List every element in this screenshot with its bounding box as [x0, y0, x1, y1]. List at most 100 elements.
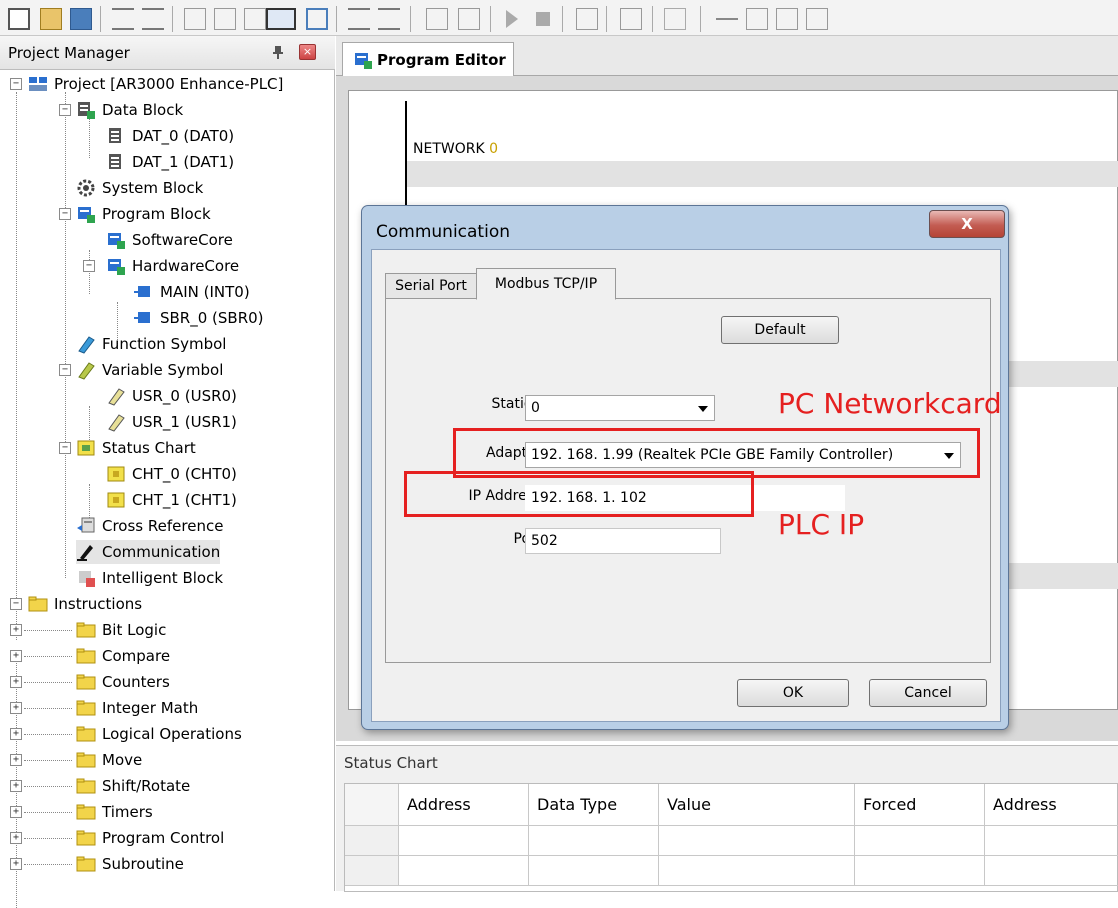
collapse-button[interactable]: − — [83, 260, 95, 272]
tab-program-editor[interactable]: Program Editor — [342, 42, 514, 77]
open-folder-icon[interactable] — [40, 8, 62, 30]
expand-button[interactable]: + — [10, 676, 22, 688]
tree-item-program-block[interactable]: Program Block — [76, 202, 211, 226]
grid-cell[interactable] — [855, 856, 985, 886]
collapse-button[interactable]: − — [10, 598, 22, 610]
stop-icon[interactable] — [536, 12, 550, 26]
tree-item-data-block[interactable]: Data Block — [76, 98, 183, 122]
grid-cell[interactable] — [659, 826, 855, 856]
instruction-folder-item[interactable]: Logical Operations — [76, 722, 242, 746]
grid-cell[interactable] — [659, 856, 855, 886]
box-icon[interactable] — [806, 8, 828, 30]
instruction-folder-item[interactable]: Move — [76, 748, 142, 772]
pin-icon[interactable] — [272, 45, 284, 59]
tree-item-instructions[interactable]: Instructions — [28, 592, 142, 616]
expand-button[interactable]: + — [10, 728, 22, 740]
tree-item-variable-symbol[interactable]: Variable Symbol — [76, 358, 223, 382]
tree-item-project[interactable]: Project [AR3000 Enhance-PLC] — [28, 72, 283, 96]
cut-icon[interactable] — [184, 8, 206, 30]
grid-cell[interactable] — [985, 856, 1118, 886]
instruction-folder-item[interactable]: Shift/Rotate — [76, 774, 190, 798]
tree-item-usr1[interactable]: USR_1 (USR1) — [106, 410, 237, 434]
expand-button[interactable]: + — [10, 832, 22, 844]
instruction-folder-item[interactable]: Counters — [76, 670, 170, 694]
expand-button[interactable]: + — [10, 702, 22, 714]
edit-icon[interactable] — [620, 8, 642, 30]
expand-button[interactable]: + — [10, 806, 22, 818]
new-file-icon[interactable] — [8, 8, 30, 30]
tree-item-dat0[interactable]: DAT_0 (DAT0) — [106, 124, 234, 148]
tree-item-cht0[interactable]: CHT_0 (CHT0) — [106, 462, 237, 486]
instruction-folder-item[interactable]: Subroutine — [76, 852, 184, 876]
column-header[interactable]: Address — [985, 784, 1118, 826]
outdent-icon[interactable] — [142, 8, 164, 30]
collapse-button[interactable]: − — [59, 104, 71, 116]
expand-button[interactable]: + — [10, 858, 22, 870]
collapse-button[interactable]: − — [59, 364, 71, 376]
collapse-button[interactable]: − — [59, 208, 71, 220]
tree-item-sbr0[interactable]: SBR_0 (SBR0) — [134, 306, 264, 330]
column-header[interactable]: Address — [399, 784, 529, 826]
tree-item-software-core[interactable]: SoftwareCore — [106, 228, 233, 252]
instruction-folder-item[interactable]: Program Control — [76, 826, 224, 850]
align-icon[interactable] — [348, 8, 370, 30]
tree-item-status-chart[interactable]: Status Chart — [76, 436, 196, 460]
tree-item-system-block[interactable]: System Block — [76, 176, 203, 200]
expand-button[interactable]: + — [10, 624, 22, 636]
tree-item-cht1[interactable]: CHT_1 (CHT1) — [106, 488, 237, 512]
collapse-button[interactable]: − — [10, 78, 22, 90]
indent-icon[interactable] — [112, 8, 134, 30]
row-header[interactable] — [345, 856, 399, 886]
instruction-folder-item[interactable]: Bit Logic — [76, 618, 166, 642]
tree-item-intelligent-block[interactable]: Intelligent Block — [76, 566, 223, 590]
instruction-folder-item[interactable]: Timers — [76, 800, 153, 824]
dialog-close-button[interactable]: X — [929, 210, 1005, 238]
contact-icon[interactable] — [746, 8, 768, 30]
grid-cell[interactable] — [855, 826, 985, 856]
expand-button[interactable]: + — [10, 754, 22, 766]
grid-cell[interactable] — [529, 856, 659, 886]
run-icon[interactable] — [506, 10, 518, 28]
download-icon[interactable] — [458, 8, 480, 30]
grid-cell[interactable] — [399, 856, 529, 886]
tree-item-communication[interactable]: Communication — [76, 540, 221, 564]
row-header[interactable] — [345, 826, 399, 856]
column-header[interactable]: Forced — [855, 784, 985, 826]
upload-icon[interactable] — [426, 8, 448, 30]
grid-cell[interactable] — [399, 826, 529, 856]
tree-item-main[interactable]: MAIN (INT0) — [134, 280, 250, 304]
copy-icon[interactable] — [214, 8, 236, 30]
tab-modbus-tcp-ip[interactable]: Modbus TCP/IP — [476, 268, 616, 300]
monitor-icon[interactable] — [576, 8, 598, 30]
tree-item-usr0[interactable]: USR_0 (USR0) — [106, 384, 237, 408]
grid-cell[interactable] — [985, 826, 1118, 856]
ok-button[interactable]: OK — [737, 679, 849, 707]
paste-icon[interactable] — [244, 8, 266, 30]
contact-line-icon[interactable] — [716, 18, 738, 20]
cancel-button[interactable]: Cancel — [869, 679, 987, 707]
station-select[interactable]: 0 — [525, 395, 715, 421]
collapse-button[interactable]: − — [59, 442, 71, 454]
tree-item-function-symbol[interactable]: Function Symbol — [76, 332, 226, 356]
instruction-folder-item[interactable]: Integer Math — [76, 696, 198, 720]
tree-item-dat1[interactable]: DAT_1 (DAT1) — [106, 150, 234, 174]
coil-icon[interactable] — [776, 8, 798, 30]
instruction-folder-item[interactable]: Compare — [76, 644, 170, 668]
tree-item-hardware-core[interactable]: HardwareCore — [106, 254, 239, 278]
expand-button[interactable]: + — [10, 650, 22, 662]
save-icon[interactable] — [70, 8, 92, 30]
check-icon[interactable] — [306, 8, 328, 30]
column-header[interactable]: Value — [659, 784, 855, 826]
align-icon[interactable] — [378, 8, 400, 30]
status-chart-grid[interactable]: Address Data Type Value Forced Address — [344, 783, 1118, 892]
expand-button[interactable]: + — [10, 780, 22, 792]
close-panel-button[interactable]: × — [299, 44, 316, 60]
compile-icon[interactable] — [266, 8, 296, 30]
grid-cell[interactable] — [529, 826, 659, 856]
column-header[interactable]: Data Type — [529, 784, 659, 826]
default-button[interactable]: Default — [721, 316, 839, 344]
cursor-icon[interactable] — [664, 8, 686, 30]
tree-item-cross-reference[interactable]: Cross Reference — [76, 514, 223, 538]
tab-serial-port[interactable]: Serial Port — [385, 273, 477, 299]
port-field[interactable]: 502 — [525, 528, 721, 554]
